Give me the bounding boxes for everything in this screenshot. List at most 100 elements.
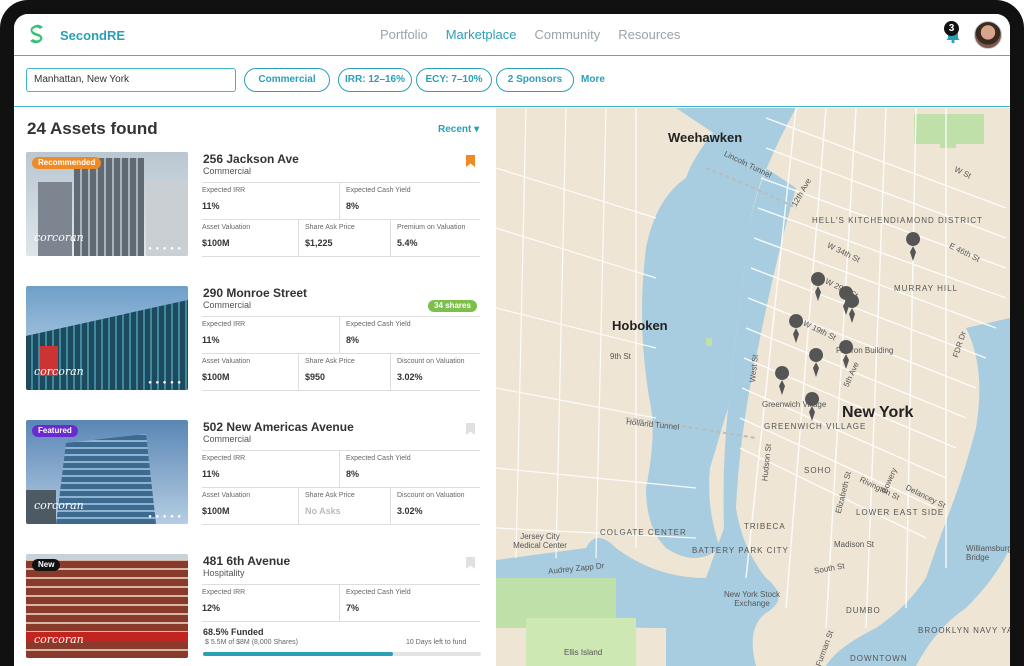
funding-progress-bar: [203, 652, 481, 656]
listing-metrics: Expected IRR 11% Expected Cash Yield 8% As…: [202, 450, 480, 525]
discount-value: 3.02%: [397, 506, 423, 516]
shares-available-badge: 34 shares: [428, 300, 477, 312]
metric-label: Expected IRR: [202, 589, 246, 596]
filter-chip-irr[interactable]: IRR: 12–16%: [338, 68, 412, 92]
map-label-tribeca: TRIBECA: [744, 522, 786, 531]
watermark: corcoran: [34, 231, 84, 244]
listing-type: Hospitality: [203, 568, 245, 578]
metric-label: Premium on Valuation: [397, 224, 466, 231]
map-label-greenwich-village-poi: Greenwich Village: [762, 400, 827, 409]
map-label-9th-st: 9th St: [610, 352, 631, 361]
metric-label: Expected IRR: [202, 187, 246, 194]
listing-type: Commercial: [203, 166, 252, 176]
map-label-downtown: DOWNTOWN: [850, 654, 908, 663]
map-label-nyse: New York Stock Exchange: [723, 590, 781, 608]
nav-portfolio[interactable]: Portfolio: [380, 27, 428, 42]
map-label-flatiron-building: Flatiron Building: [836, 346, 894, 355]
days-left: 10 Days left to fund: [406, 639, 467, 646]
map-label-brooklyn-navy-yard: BROOKLYN NAVY YARD: [918, 626, 1010, 635]
filter-bar: Manhattan, New York Commercial IRR: 12–1…: [14, 57, 1010, 107]
map-label-madison-st: Madison St: [834, 540, 875, 549]
bookmark-outline-icon[interactable]: [466, 557, 475, 569]
listing-card[interactable]: Featured corcoran ● ● ● ● ● 502 New Amer…: [26, 420, 484, 540]
filter-chip-sponsors[interactable]: 2 Sponsors: [496, 68, 574, 92]
discount-value: 3.02%: [397, 372, 423, 382]
sort-dropdown[interactable]: Recent ▾: [438, 124, 479, 135]
metric-label: Asset Valuation: [202, 358, 251, 365]
more-filters-link[interactable]: More: [581, 74, 605, 85]
location-search-input[interactable]: Manhattan, New York: [26, 68, 236, 92]
metric-label: Expected Cash Yield: [346, 321, 411, 328]
map-label-ellis-island: Ellis Island: [564, 648, 603, 657]
expected-irr-value: 12%: [202, 603, 221, 613]
metric-label: Expected Cash Yield: [346, 187, 411, 194]
map-label-lower-east-side: LOWER EAST SIDE: [856, 508, 945, 517]
listing-card[interactable]: New corcoran 481 6th Avenue Hospitality …: [26, 554, 484, 666]
carousel-dots[interactable]: ● ● ● ● ●: [148, 514, 182, 520]
asset-valuation-value: $100M: [202, 372, 230, 382]
metric-label: Expected Cash Yield: [346, 589, 411, 596]
expected-irr-value: 11%: [202, 201, 220, 211]
listing-metrics: Expected IRR 12% Expected Cash Yield 7%: [202, 584, 480, 622]
metric-label: Discount on Valuation: [397, 492, 465, 499]
map-label-dumbo: DUMBO: [846, 606, 881, 615]
asset-valuation-value: $100M: [202, 506, 230, 516]
watermark: corcoran: [34, 633, 84, 646]
expected-irr-value: 11%: [202, 335, 220, 345]
metric-label: Expected IRR: [202, 321, 246, 328]
listing-title[interactable]: 502 New Americas Avenue: [203, 420, 354, 434]
asset-valuation-value: $100M: [202, 238, 230, 248]
metric-label: Share Ask Price: [305, 224, 355, 231]
metric-label: Share Ask Price: [305, 492, 355, 499]
map-label-battery-park-city: BATTERY PARK CITY: [692, 546, 789, 555]
map-label-weehawken: Weehawken: [668, 130, 743, 145]
map-canvas[interactable]: [496, 108, 1010, 666]
listing-tag: New: [32, 559, 61, 571]
filter-chip-commercial[interactable]: Commercial: [244, 68, 330, 92]
expected-cash-yield-value: 7%: [346, 603, 360, 613]
brand-name[interactable]: SecondRE: [60, 28, 125, 43]
listing-card[interactable]: corcoran ● ● ● ● ● 290 Monroe Street Com…: [26, 286, 484, 406]
map-label-colgate-center: COLGATE CENTER: [600, 528, 687, 537]
listing-metrics: Expected IRR 11% Expected Cash Yield 8% As…: [202, 182, 480, 257]
top-navigation: SecondRE Portfolio Marketplace Community…: [14, 14, 1010, 56]
bookmark-filled-icon[interactable]: [466, 155, 475, 167]
map-view[interactable]: Weehawken Hoboken New York HELL'S KITCHE…: [496, 108, 1010, 666]
metric-label: Share Ask Price: [305, 358, 355, 365]
map-label-jersey-city-medical-center: Jersey City Medical Center: [513, 532, 567, 550]
listing-metrics: Expected IRR 11% Expected Cash Yield 8% As…: [202, 316, 480, 391]
metric-label: Expected Cash Yield: [346, 455, 411, 462]
listing-title[interactable]: 290 Monroe Street: [203, 286, 307, 300]
listing-panel: 24 Assets found Recent ▾ Recommended cor…: [14, 108, 496, 666]
nav-marketplace[interactable]: Marketplace: [446, 27, 517, 42]
map-label-hoboken: Hoboken: [612, 318, 668, 333]
main-nav: Portfolio Marketplace Community Resource…: [380, 27, 698, 42]
listing-title[interactable]: 481 6th Avenue: [203, 554, 290, 568]
listing-card[interactable]: Recommended corcoran ● ● ● ● ● 256 Jacks…: [26, 152, 484, 272]
brand-logo-icon[interactable]: [28, 23, 46, 45]
metric-label: Asset Valuation: [202, 224, 251, 231]
listing-image[interactable]: corcoran ● ● ● ● ●: [26, 286, 188, 390]
listing-tag: Recommended: [32, 157, 102, 169]
nav-resources[interactable]: Resources: [618, 27, 680, 42]
map-label-williamsburg-bridge: Williamsburg Bridge: [966, 544, 1010, 562]
bookmark-outline-icon[interactable]: [466, 423, 475, 435]
listing-image[interactable]: New corcoran: [26, 554, 188, 658]
listing-title[interactable]: 256 Jackson Ave: [203, 152, 299, 166]
filter-chip-ecy[interactable]: ECY: 7–10%: [416, 68, 492, 92]
map-label-murray-hill: MURRAY HILL: [894, 284, 959, 293]
chevron-down-icon: ▾: [474, 124, 480, 135]
nav-community[interactable]: Community: [535, 27, 601, 42]
carousel-dots[interactable]: ● ● ● ● ●: [148, 246, 182, 252]
share-ask-price-value: $1,225: [305, 238, 333, 248]
listing-image[interactable]: Recommended corcoran ● ● ● ● ●: [26, 152, 188, 256]
listing-image[interactable]: Featured corcoran ● ● ● ● ●: [26, 420, 188, 524]
carousel-dots[interactable]: ● ● ● ● ●: [148, 380, 182, 386]
expected-cash-yield-value: 8%: [346, 201, 360, 211]
results-count: 24 Assets found: [27, 119, 158, 138]
expected-irr-value: 11%: [202, 469, 220, 479]
user-avatar[interactable]: [974, 21, 1002, 49]
listing-type: Commercial: [203, 300, 252, 310]
metric-label: Discount on Valuation: [397, 358, 465, 365]
watermark: corcoran: [34, 365, 84, 378]
